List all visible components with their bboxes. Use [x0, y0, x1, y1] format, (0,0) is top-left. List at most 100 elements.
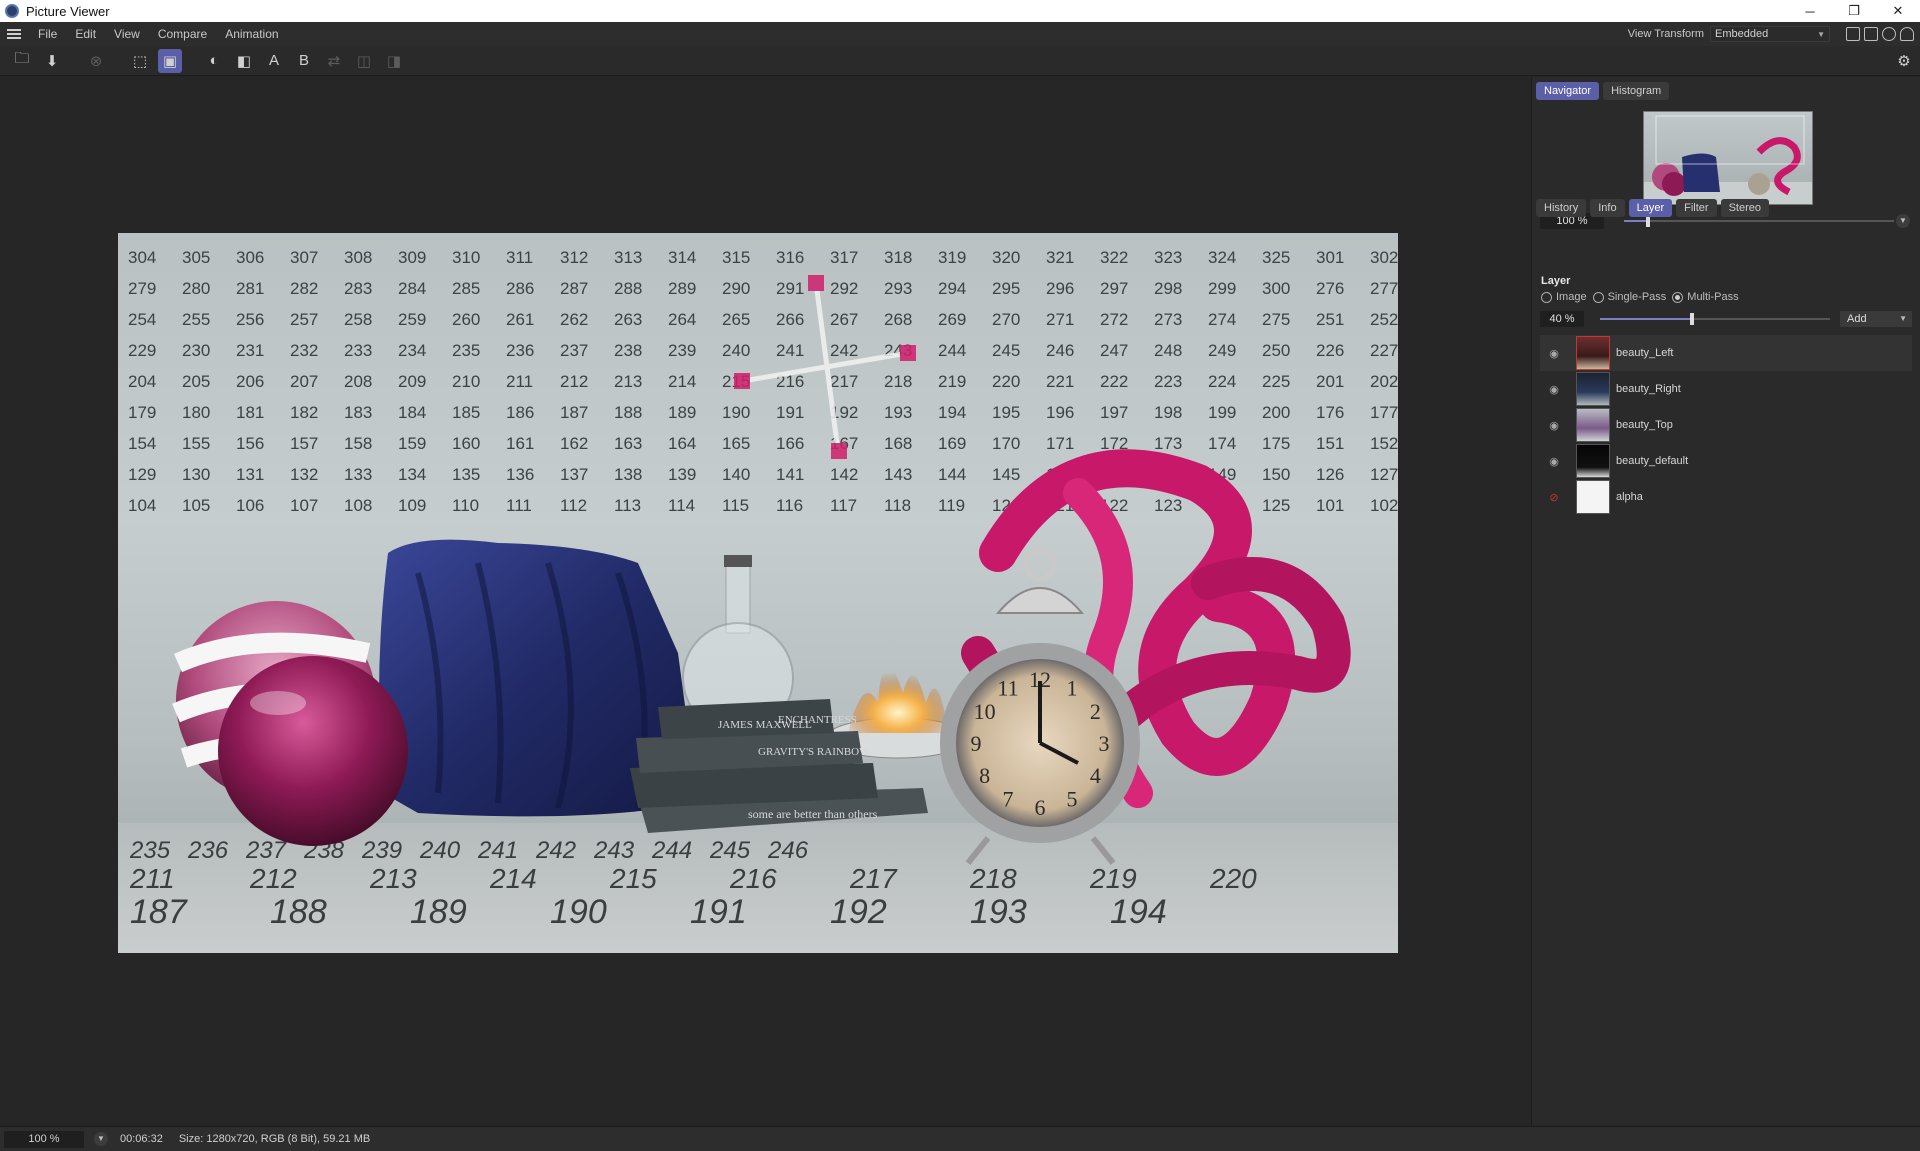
opacity-fill — [1600, 318, 1692, 320]
menu-file[interactable]: File — [29, 27, 66, 41]
panel-layout-icon[interactable] — [1846, 27, 1860, 41]
undock-icon[interactable] — [1864, 27, 1878, 41]
wall-number: 185 — [452, 403, 480, 422]
wall-number: 274 — [1208, 310, 1236, 329]
zoom-options-chevron-icon[interactable]: ▼ — [1896, 214, 1910, 228]
wall-number: 302 — [1370, 248, 1398, 267]
eye-icon[interactable]: ◉ — [1540, 455, 1568, 468]
wall-number: 139 — [668, 465, 696, 484]
wall-number: 170 — [992, 434, 1020, 453]
eye-hidden-icon[interactable]: ⊘ — [1540, 491, 1568, 504]
wall-number: 316 — [776, 248, 804, 267]
menu-edit[interactable]: Edit — [66, 27, 105, 41]
hamburger-menu-icon[interactable] — [7, 29, 21, 39]
radio-single-pass[interactable]: Single-Pass — [1592, 291, 1666, 303]
wall-number: 181 — [236, 403, 264, 422]
ab-compare-icon[interactable]: ◧ — [232, 49, 256, 73]
eye-icon[interactable]: ◉ — [1540, 347, 1568, 360]
contrast-icon[interactable]: ◐ — [202, 49, 226, 73]
wall-number: 276 — [1316, 279, 1344, 298]
picture-viewer-window: Picture Viewer ─ ❐ ✕ File Edit View Comp… — [0, 0, 1920, 1151]
eye-icon[interactable]: ◉ — [1540, 383, 1568, 396]
layer-row-beauty-top[interactable]: ◉ beauty_Top — [1540, 407, 1912, 443]
wall-number: 227 — [1370, 341, 1398, 360]
wall-number: 161 — [506, 434, 534, 453]
wall-number: 250 — [1262, 341, 1290, 360]
status-zoom-field[interactable]: 100 % — [4, 1130, 84, 1148]
layer-row-beauty-left[interactable]: ◉ beauty_Left — [1540, 335, 1912, 371]
tab-filter[interactable]: Filter — [1676, 199, 1717, 217]
wall-number: 137 — [560, 465, 588, 484]
floor-number: 235 — [129, 837, 171, 864]
opacity-slider[interactable] — [1690, 313, 1694, 325]
swap-icon[interactable]: ⇄ — [322, 49, 346, 73]
tab-stereo[interactable]: Stereo — [1720, 199, 1769, 217]
blend-mode-dropdown[interactable]: Add ▼ — [1840, 311, 1912, 327]
tab-navigator[interactable]: Navigator — [1536, 82, 1600, 100]
full-render-icon[interactable]: ▣ — [158, 48, 182, 73]
view-transform-dropdown[interactable]: Embedded ▼ — [1710, 26, 1830, 42]
radio-multi-pass[interactable]: Multi-Pass — [1672, 291, 1739, 303]
maximize-button[interactable]: ❐ — [1832, 0, 1876, 22]
stop-render-icon[interactable]: ⊗ — [84, 49, 108, 73]
save-icon[interactable]: ⬇ — [40, 49, 64, 73]
layer-row-beauty-default[interactable]: ◉ beauty_default — [1540, 443, 1912, 479]
wall-number: 286 — [506, 279, 534, 298]
layer-row-beauty-right[interactable]: ◉ beauty_Right — [1540, 371, 1912, 407]
tab-histogram[interactable]: Histogram — [1603, 82, 1670, 100]
wall-number: 152 — [1370, 434, 1398, 453]
wall-number: 156 — [236, 434, 264, 453]
wall-number: 191 — [776, 403, 804, 422]
settings-gear-icon[interactable]: ⚙ — [1892, 49, 1916, 73]
side-panel: Navigator Histogram 100 % ▼ History Info… — [1531, 77, 1920, 1125]
wall-number: 183 — [344, 403, 372, 422]
eye-icon[interactable]: ◉ — [1540, 419, 1568, 432]
set-b-icon[interactable]: B — [292, 49, 316, 73]
menu-view[interactable]: View — [105, 27, 149, 41]
wall-number: 131 — [236, 465, 264, 484]
wall-number: 108 — [344, 496, 372, 515]
wall-number: 259 — [398, 310, 426, 329]
wall-number: 109 — [398, 496, 426, 515]
zoom-dropdown-chevron-icon[interactable]: ▼ — [94, 1132, 108, 1146]
clock-numeral: 4 — [1090, 763, 1101, 788]
wall-number: 317 — [830, 248, 858, 267]
clock-numeral: 2 — [1090, 699, 1101, 724]
layer-list: ◉ beauty_Left ◉ beauty_Right ◉ beauty_To… — [1540, 335, 1912, 515]
wall-number: 106 — [236, 496, 264, 515]
tab-layer[interactable]: Layer — [1628, 199, 1673, 217]
layer-row-alpha[interactable]: ⊘ alpha — [1540, 479, 1912, 515]
radio-image[interactable]: Image — [1541, 291, 1587, 303]
layer-opacity-field[interactable]: 40 % — [1540, 311, 1584, 327]
open-folder-icon[interactable]: 🗀 — [10, 49, 34, 73]
wall-number: 190 — [722, 403, 750, 422]
wall-number: 138 — [614, 465, 642, 484]
split-icon[interactable]: ◨ — [382, 49, 406, 73]
close-button[interactable]: ✕ — [1876, 0, 1920, 22]
pin-icon[interactable] — [1900, 27, 1914, 41]
menu-animation[interactable]: Animation — [216, 27, 287, 41]
window-controls: ─ ❐ ✕ — [1788, 0, 1920, 22]
wall-number: 151 — [1316, 434, 1344, 453]
wall-number: 136 — [506, 465, 534, 484]
set-a-icon[interactable]: A — [262, 49, 286, 73]
navigator-thumbnail[interactable] — [1643, 111, 1813, 205]
menu-compare[interactable]: Compare — [149, 27, 216, 41]
diff-icon[interactable]: ◫ — [352, 49, 376, 73]
minimize-button[interactable]: ─ — [1788, 0, 1832, 22]
wall-number: 296 — [1046, 279, 1074, 298]
wall-number: 234 — [398, 341, 426, 360]
clock-numeral: 3 — [1099, 731, 1110, 756]
wall-number: 218 — [884, 372, 912, 391]
wall-number: 171 — [1046, 434, 1074, 453]
wall-number: 119 — [938, 496, 965, 515]
image-viewport[interactable]: 304 305 306 307 308 309 310 311 312 313 314 315 316 3… — [0, 77, 1530, 1125]
region-render-icon[interactable]: ⬚ — [128, 49, 152, 73]
wall-number: 112 — [560, 496, 587, 515]
tab-history[interactable]: History — [1536, 199, 1587, 217]
wall-number: 110 — [452, 496, 479, 515]
tab-info[interactable]: Info — [1590, 199, 1625, 217]
hand-icon[interactable] — [1882, 27, 1896, 41]
clock-numeral: 5 — [1067, 786, 1078, 811]
navigator-zoom-track[interactable] — [1624, 220, 1894, 222]
